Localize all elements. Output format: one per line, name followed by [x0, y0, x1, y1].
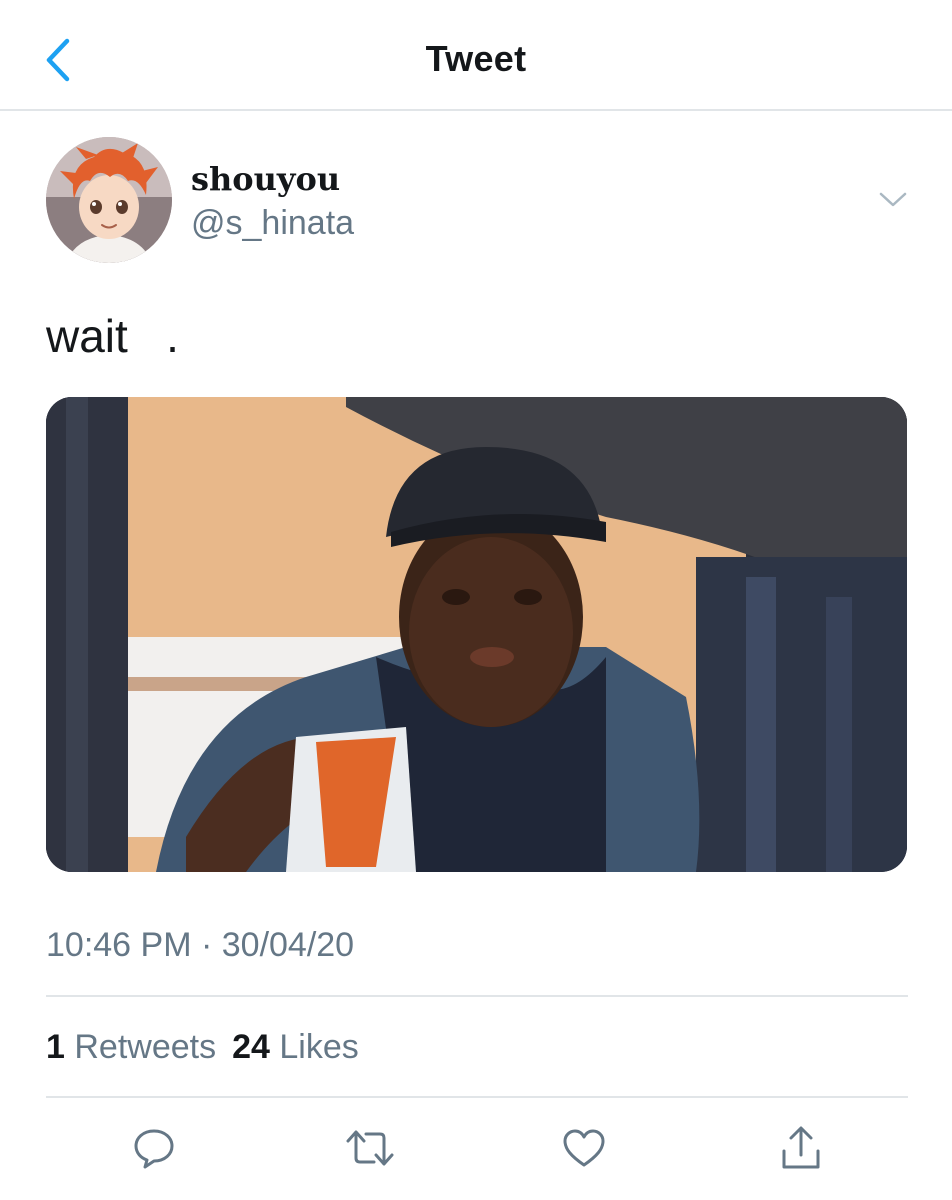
retweets-count: 1: [46, 1028, 65, 1066]
avatar[interactable]: [46, 137, 172, 263]
heart-icon: [563, 1129, 605, 1167]
divider: [46, 995, 908, 997]
anime-character-avatar: [46, 137, 172, 263]
tweet-stats: 1 Retweets 24 Likes: [46, 1028, 375, 1067]
tweet-timestamp: 10:46 PM · 30/04/20: [46, 926, 355, 964]
like-button[interactable]: [554, 1118, 614, 1178]
reply-button[interactable]: [124, 1118, 184, 1178]
likes-label: Likes: [279, 1028, 359, 1066]
likes-count: 24: [232, 1028, 270, 1066]
reply-icon: [134, 1129, 174, 1169]
retweet-icon: [346, 1130, 394, 1166]
share-icon: [782, 1126, 820, 1169]
likes-stat[interactable]: 24 Likes: [232, 1028, 359, 1067]
share-button[interactable]: [771, 1118, 831, 1178]
photo-drive-thru-worker: [46, 397, 907, 872]
tweet-text: wait .: [46, 310, 179, 362]
tweet-media[interactable]: [46, 397, 907, 872]
page-title: Tweet: [425, 38, 527, 79]
top-bar: Tweet: [0, 0, 952, 111]
tweet-menu-button[interactable]: [872, 185, 914, 215]
retweets-stat[interactable]: 1 Retweets: [46, 1028, 216, 1067]
action-bar: [0, 1118, 952, 1178]
author-handle[interactable]: @s_hinata: [191, 204, 354, 243]
chevron-down-icon: [879, 192, 907, 207]
divider: [46, 1096, 908, 1098]
retweets-label: Retweets: [74, 1028, 217, 1066]
author-name[interactable]: shouyou: [191, 160, 340, 198]
retweet-button[interactable]: [340, 1118, 400, 1178]
